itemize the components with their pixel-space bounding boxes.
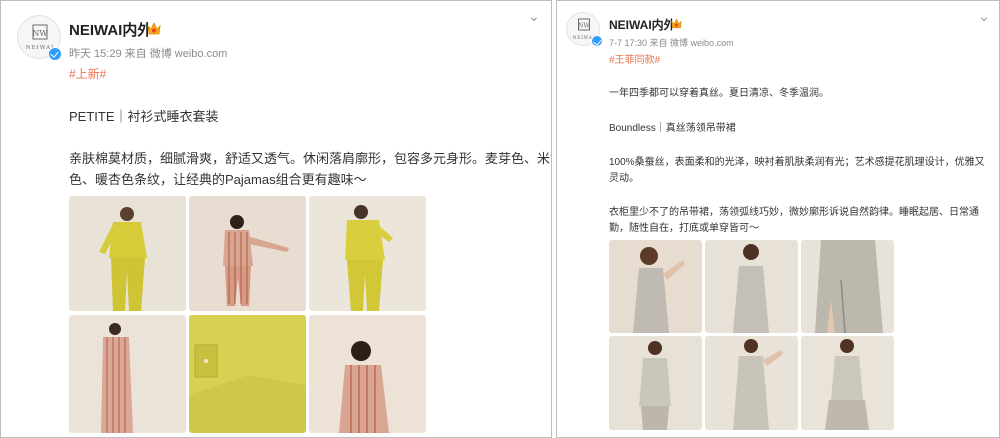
slip-dress-slit-image bbox=[801, 240, 894, 333]
hashtag-link[interactable]: #王菲同款# bbox=[609, 51, 660, 66]
verified-badge-icon bbox=[591, 35, 603, 47]
post-meta: 昨天 15:29 来自 微博 weibo.com bbox=[69, 45, 227, 61]
crown-badge-icon bbox=[147, 22, 161, 35]
post-photo[interactable] bbox=[189, 315, 306, 433]
post-photo[interactable] bbox=[309, 196, 426, 311]
weibo-post-card: ⌄ NW NEIWAI NEIWAI内外 昨天 15:29 来自 微博 weib… bbox=[0, 0, 552, 438]
post-text-line: 一年四季都可以穿着真丝。夏日清凉、冬季温润。 bbox=[609, 88, 829, 99]
post-photo[interactable] bbox=[189, 196, 306, 311]
weibo-post-card: ⌄ NW NEIWAI NEIWAI内外 7-7 17:30 来自 微博 wei… bbox=[556, 0, 1000, 438]
crown-badge-icon bbox=[671, 18, 682, 29]
post-photo[interactable] bbox=[69, 196, 186, 311]
post-meta: 7-7 17:30 来自 微博 weibo.com bbox=[609, 36, 734, 49]
post-timestamp[interactable]: 昨天 15:29 bbox=[69, 48, 122, 60]
post-photo[interactable] bbox=[801, 240, 894, 333]
yellow-pajama-front-image bbox=[69, 196, 186, 311]
post-source: 来自 微博 weibo.com bbox=[649, 38, 734, 48]
post-text-line: 勤，随性自在，打底或单穿皆可～ bbox=[609, 223, 759, 234]
stripe-pajama-portrait-image bbox=[309, 315, 426, 433]
account-name[interactable]: NEIWAI内外 bbox=[609, 16, 676, 33]
post-text-line: Boundless｜真丝荡领吊带裙 bbox=[609, 123, 736, 134]
chevron-down-icon[interactable]: ⌄ bbox=[527, 9, 541, 23]
yellow-pajama-back-image bbox=[309, 196, 426, 311]
post-text-line: 100%桑蚕丝，表面柔和的光泽，映衬着肌肤柔润有光；艺术感提花肌理设计，优雅又 bbox=[609, 157, 985, 168]
post-text-line: 衣柜里少不了的吊带裙，荡领弧线巧妙，微妙廓形诉说自然韵律。睡眠起居、日常通 bbox=[609, 207, 979, 218]
post-photo[interactable] bbox=[705, 336, 798, 430]
stripe-pajama-side-image bbox=[69, 315, 186, 433]
slip-dress-full-image bbox=[705, 336, 798, 430]
post-photo[interactable] bbox=[609, 336, 702, 430]
post-text-line: 灵动。 bbox=[609, 173, 639, 184]
post-photo[interactable] bbox=[309, 315, 426, 433]
post-timestamp[interactable]: 7-7 17:30 bbox=[609, 38, 647, 48]
post-photo[interactable] bbox=[609, 240, 702, 333]
slip-dress-pose-image bbox=[609, 240, 702, 333]
post-text-line: 色、暖杏色条纹，让经典的Pajamas组合更有趣味～ bbox=[69, 172, 367, 187]
post-photo[interactable] bbox=[705, 240, 798, 333]
svg-text:NW: NW bbox=[32, 29, 48, 38]
slip-dress-layered-image bbox=[801, 336, 894, 430]
chevron-down-icon[interactable]: ⌄ bbox=[977, 9, 991, 23]
post-photo[interactable] bbox=[69, 315, 186, 433]
hashtag-link[interactable]: #上新# bbox=[69, 65, 106, 82]
svg-text:NW: NW bbox=[578, 23, 590, 30]
account-name[interactable]: NEIWAI内外 bbox=[69, 19, 152, 40]
slip-dress-back-image bbox=[609, 336, 702, 430]
yellow-shirt-closeup-image bbox=[189, 315, 306, 433]
slip-dress-front-image bbox=[705, 240, 798, 333]
stripe-pajama-pose-image bbox=[189, 196, 306, 311]
post-source: 来自 微博 weibo.com bbox=[124, 48, 228, 60]
verified-badge-icon bbox=[48, 47, 62, 61]
post-text-line: 亲肤棉莫材质，细腻滑爽，舒适又透气。休闲落肩廓形，包容多元身形。麦芽色、米黄 bbox=[69, 151, 552, 166]
post-photo[interactable] bbox=[801, 336, 894, 430]
post-text-line: PETITE｜衬衫式睡衣套装 bbox=[69, 109, 219, 124]
